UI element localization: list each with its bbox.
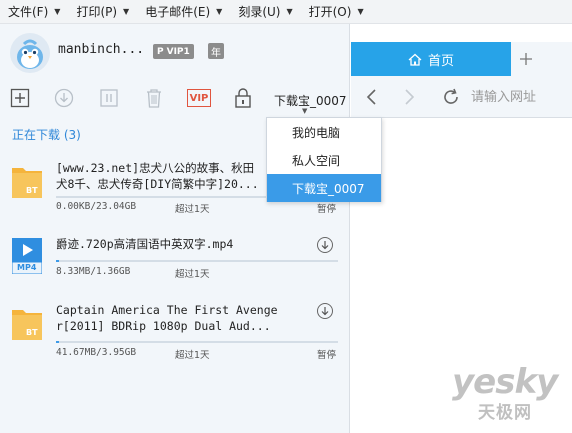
storage-selected-label: 下载宝_0007 [274, 94, 347, 108]
caret-down-icon: ▼ [216, 7, 223, 16]
download-size: 0.00KB/23.04GB [56, 201, 137, 212]
watermark-sub: 天极网 [478, 403, 532, 423]
dropdown-option-my-computer[interactable]: 我的电脑 [267, 118, 381, 146]
chevron-left-icon [366, 89, 376, 105]
caret-down-icon: ▼ [286, 7, 293, 16]
mp4-label: MP4 [17, 263, 37, 272]
download-status: 暂停 [317, 350, 337, 361]
menu-email-label: 电子邮件(E) [145, 5, 211, 19]
lock-button[interactable] [231, 86, 255, 110]
download-size: 8.33MB/1.36GB [56, 266, 131, 277]
user-row: manbinch... P VIP1 年 [0, 24, 350, 80]
pause-icon [100, 89, 118, 107]
menu-file-label: 文件(F) [8, 5, 49, 19]
new-tab-button[interactable] [514, 42, 538, 76]
yesky-watermark: yesky 天极网 [442, 362, 572, 423]
caret-down-icon: ▼ [123, 7, 130, 16]
mp4-file-icon: MP4 [11, 238, 43, 275]
download-start-button[interactable] [317, 303, 333, 319]
annual-badge[interactable]: 年 [208, 43, 224, 59]
download-item[interactable]: BT Captain America The First Avenge r[20… [0, 296, 350, 368]
pause-button[interactable] [97, 86, 121, 110]
download-progress-bar [56, 341, 338, 343]
download-item[interactable]: MP4 爵迹.720p高清国语中英双字.mp4 8.33MB/1.36GB 超过… [0, 230, 350, 290]
storage-dropdown-menu: 我的电脑 私人空间 下载宝_0007 [266, 117, 382, 202]
dropdown-option-private-space[interactable]: 私人空间 [267, 146, 381, 174]
download-arrow-icon [321, 307, 329, 316]
downloading-section-title[interactable]: 正在下载 (3) [12, 126, 81, 143]
download-name-line-2: r[2011] BDRip 1080p Dual Aud... [56, 319, 271, 333]
download-name-line-1: Captain America The First Avenge [56, 303, 278, 317]
download-arrow-icon [321, 241, 329, 250]
browser-navbar [351, 76, 572, 118]
back-button[interactable] [360, 85, 384, 109]
menu-file[interactable]: 文件(F) ▼ [0, 0, 68, 24]
username[interactable]: manbinch... [58, 42, 144, 57]
tab-home[interactable]: 首页 [351, 42, 511, 76]
plus-icon [520, 53, 532, 65]
refresh-button[interactable] [439, 85, 463, 109]
browser-tabs: 首页 [351, 42, 572, 76]
vip-button-label: VIP [189, 92, 209, 104]
forward-button[interactable] [397, 85, 421, 109]
vip-p-icon: P [157, 46, 164, 57]
menu-burn-label: 刻录(U) [238, 5, 281, 19]
trash-icon [147, 89, 161, 108]
download-time-left: 超过1天 [175, 204, 210, 215]
lock-icon [235, 88, 251, 108]
menubar: 文件(F) ▼ 打印(P) ▼ 电子邮件(E) ▼ 刻录(U) ▼ 打开(O) ▼ [0, 0, 572, 24]
download-panel: manbinch... P VIP1 年 VIP 下载宝_0007 ▼ 正在下载… [0, 24, 350, 433]
caret-down-icon: ▼ [357, 7, 364, 16]
vip-box: VIP [187, 89, 211, 107]
app-window: 文件(F) ▼ 打印(P) ▼ 电子邮件(E) ▼ 刻录(U) ▼ 打开(O) ▼ [0, 0, 572, 433]
download-name-line-1: 爵迹.720p高清国语中英双字.mp4 [56, 237, 234, 251]
bt-folder-icon: BT [12, 306, 42, 340]
tab-home-label: 首页 [427, 53, 454, 69]
menu-print-label: 打印(P) [76, 5, 118, 19]
caret-down-icon: ▼ [302, 107, 308, 115]
progress-fill [56, 260, 60, 262]
vip-level-badge[interactable]: P VIP1 [153, 44, 194, 59]
vip-level-label: VIP1 [166, 46, 190, 57]
vip-button[interactable]: VIP [186, 86, 212, 110]
home-icon [408, 53, 422, 66]
menu-open[interactable]: 打开(O) ▼ [301, 0, 372, 24]
menu-open-label: 打开(O) [308, 5, 352, 19]
download-time-left: 超过1天 [175, 269, 210, 280]
bt-label: BT [26, 328, 38, 337]
bt-label: BT [26, 186, 38, 195]
url-input[interactable] [471, 85, 571, 109]
dropdown-option-download-box[interactable]: 下载宝_0007 [267, 174, 381, 202]
menu-print[interactable]: 打印(P) ▼ [68, 0, 137, 24]
new-task-button[interactable] [8, 86, 32, 110]
delete-button[interactable] [142, 86, 166, 110]
download-progress-bar [56, 260, 338, 262]
menu-email[interactable]: 电子邮件(E) ▼ [137, 0, 230, 24]
download-status: 暂停 [317, 204, 337, 215]
bird-avatar-icon [10, 33, 50, 73]
storage-location-select[interactable]: 下载宝_0007 ▼ [274, 92, 347, 115]
chevron-right-icon [405, 89, 415, 105]
refresh-icon [444, 88, 458, 104]
download-size: 41.67MB/3.95GB [56, 347, 137, 358]
download-toolbar: VIP 下载宝_0007 ▼ [0, 82, 350, 118]
watermark-main: yesky [452, 362, 558, 402]
add-icon [10, 88, 30, 108]
download-circle-icon [54, 88, 74, 108]
menu-burn[interactable]: 刻录(U) ▼ [230, 0, 300, 24]
download-time-left: 超过1天 [175, 350, 210, 361]
avatar[interactable] [10, 33, 50, 73]
caret-down-icon: ▼ [54, 7, 61, 16]
start-button[interactable] [52, 86, 76, 110]
download-start-button[interactable] [317, 237, 333, 253]
bt-folder-icon: BT [12, 164, 42, 198]
progress-fill [56, 341, 60, 343]
